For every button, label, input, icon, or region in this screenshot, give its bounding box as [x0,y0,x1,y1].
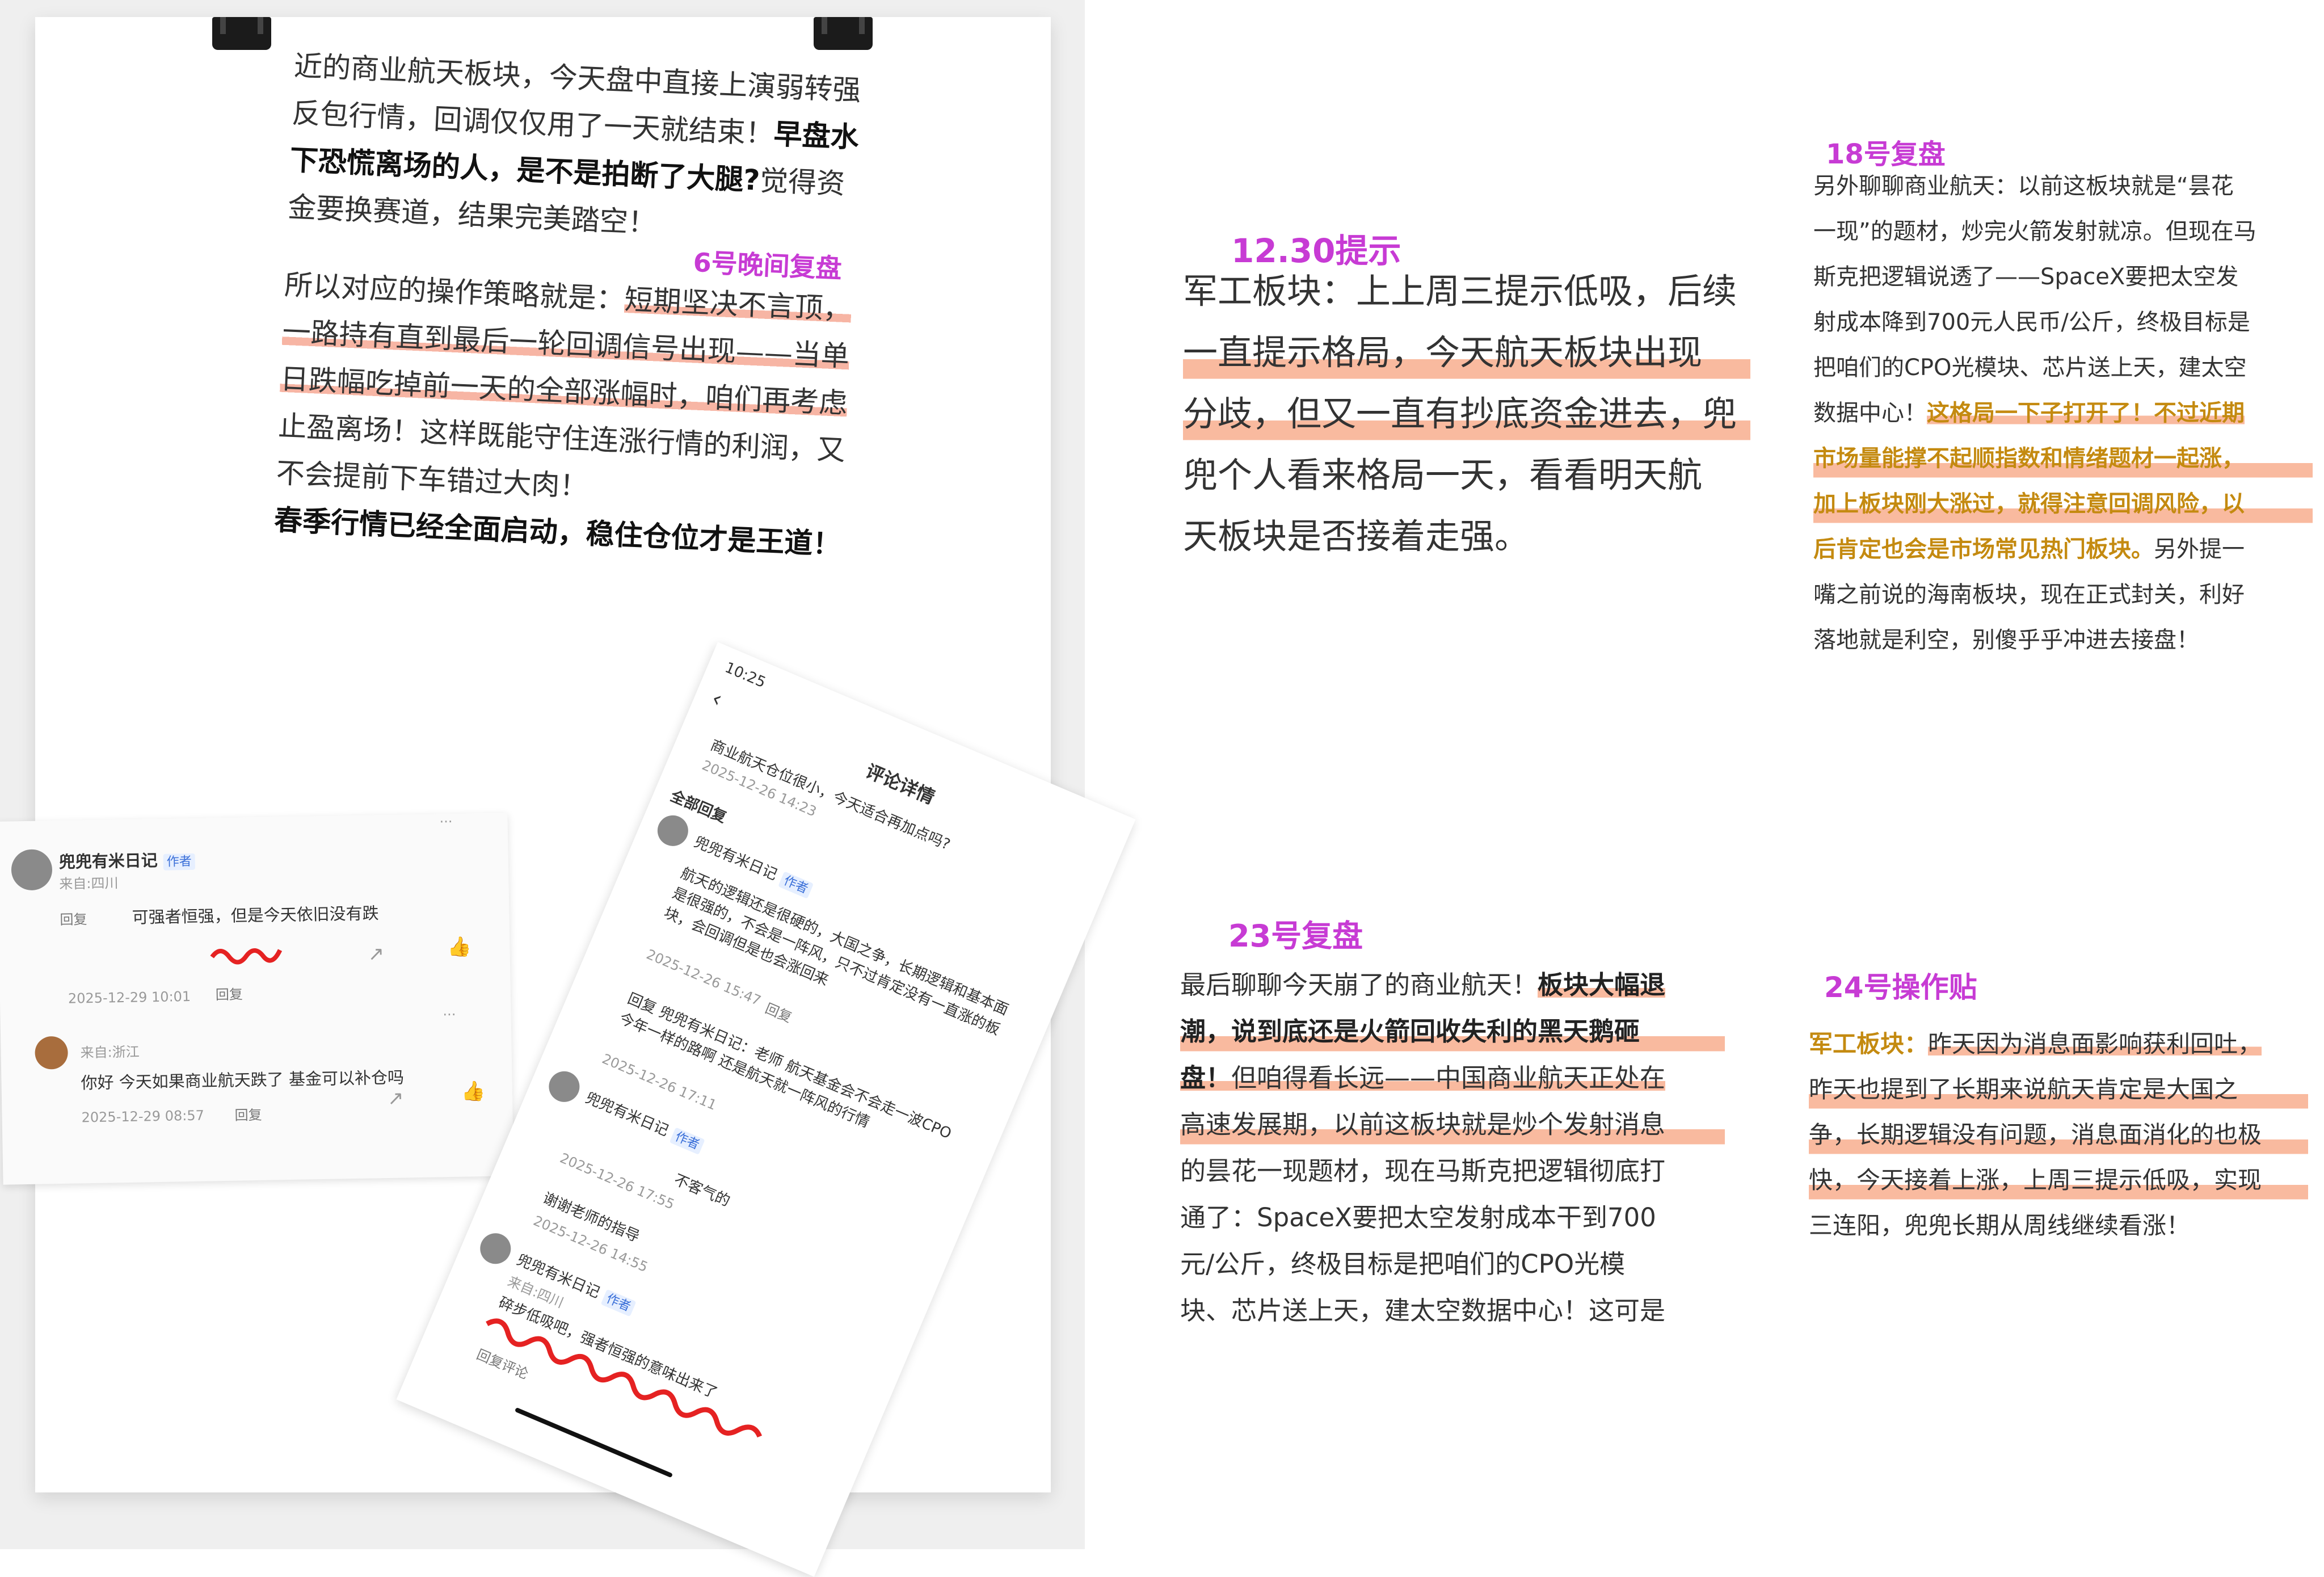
author-badge: 作者 [778,871,814,899]
comment-body: 回复 可强者恒强，但是今天依旧没有跌 [60,898,469,930]
binder-clip-icon [814,17,873,50]
note-line-highlighted: 快，今天接着上涨，上周三提示低吸，实现 [1809,1158,2308,1203]
author-badge: 作者 [600,1289,637,1317]
location: 来自:四川 [59,875,119,892]
note-paragraph-2: 所以对应的操作策略就是：短期坚决不言顶，一路持有直到最后一轮回调信号出现——当单… [275,262,852,522]
timestamp: 2025-12-29 08:57 [81,1107,205,1126]
note-line-highlighted: 昨天也提到了长期来说航天肯定是大国之 [1809,1067,2308,1112]
status-time: 10:25 [722,659,768,692]
note-paragraph-1: 近的商业航天板块，今天盘中直接上演弱转强反包行情，回调仅仅用了一天就结束！早盘水… [287,43,862,255]
reply-button[interactable]: 回复 [234,1104,262,1124]
note-line-highlighted: 高速发展期，以前这板块就是炒个发射消息 [1180,1101,1725,1148]
note-line: 另外提一 [2154,536,2245,562]
back-icon[interactable]: ‹ [708,685,726,713]
more-icon[interactable]: ··· [439,814,452,830]
red-squiggle [486,1318,763,1438]
comment-row [11,849,53,894]
share-icon[interactable]: ↗ [368,943,384,965]
note-1230-text: 军工板块：上上周三提示低吸，后续 一直提示格局，今天航天板块出现 分歧，但又一直… [1183,261,1750,567]
comment-text: 你好 今天如果商业航天跌了 基金可以补仓吗 [81,1067,405,1093]
note-line-highlighted: 争，长期逻辑没有问题，消息面消化的也极 [1809,1112,2308,1158]
avatar [651,810,693,854]
binder-clip-icon [212,17,271,50]
note-line: 三连阳，兜兜长期从周线继续看涨！ [1809,1212,2191,1239]
reply-prefix: 回复 [60,911,87,928]
note-line-highlighted: 一直提示格局，今天航天板块出现 [1183,322,1750,384]
note-highlight: 这格局一下子打开了！不过近期 [1927,400,2245,426]
note-line-highlighted: 昨天因为消息面影响获利回吐， [1928,1030,2262,1058]
note-18-text: 另外聊聊商业航天：以前这板块就是“昙花 一现”的题材，炒完火箭发射就凉。但现在马… [1813,163,2313,663]
tag-24-post: 24号操作贴 [1824,971,1977,1004]
note-line: 通了：SpaceX要把太空发射成本干到700 [1180,1202,1656,1233]
tag-23-review: 23号复盘 [1228,918,1363,954]
note-line: 的昙花一现题材，现在马斯克把逻辑彻底打 [1180,1156,1666,1186]
author-badge: 作者 [163,853,196,870]
comment-header: 兜兜有米日记 作者 来自:四川 [58,847,196,893]
note-24-text: 军工板块：昨天因为消息面影响获利回吐， 昨天也提到了长期来说航天肯定是大国之 争… [1809,1021,2308,1248]
note-line: 斯克把逻辑说透了——SpaceX要把太空发 [1813,264,2239,290]
reply-button[interactable]: 回复 [763,997,795,1026]
note-line: 兜个人看来格局一天，看看明天航 [1183,455,1703,495]
note-text: 所以对应的操作策略就是： [284,268,626,316]
note-line: 军工板块：上上周三提示低吸，后续 [1183,271,1737,312]
note-highlight: 加上板块刚大涨过，就得注意回调风险，以 [1813,481,2313,527]
reply-text: 碎步低吸吧，强者恒强的意味出来了 [496,1294,720,1402]
reply-button[interactable]: 回复 [216,983,243,1003]
note-line: 一现”的题材，炒完火箭发射就凉。但现在马 [1813,218,2256,245]
note-highlight: 军工板块： [1809,1030,1929,1058]
note-line: 另外聊聊商业航天：以前这板块就是“昙花 [1813,173,2234,199]
reply-text: 不客气的 [671,1171,732,1210]
note-line: 但咱得看长远——中国商业航天正处在 [1231,1063,1666,1093]
note-line: 把咱们的CPO光模块、芯片送上天，建太空 [1813,355,2247,381]
like-icon[interactable]: 👍 [461,1080,486,1103]
note-line: 嘴之前说的海南板块，现在正式封关，利好 [1813,582,2245,608]
note-highlight: 潮，说到底还是火箭回收失利的黑天鹅砸 [1180,1008,1725,1055]
note-line: 射成本降到700元人民币/公斤，终极目标是 [1813,309,2250,335]
share-icon[interactable]: ↗ [388,1087,404,1109]
handwritten-note: 近的商业航天板块，今天盘中直接上演弱转强反包行情，回调仅仅用了一天就结束！早盘水… [273,43,862,569]
avatar [35,1036,69,1070]
like-icon[interactable]: 👍 [447,935,471,958]
note-line-highlighted: 分歧，但又一直有抄底资金进去，兜 [1183,384,1750,445]
note-highlight: 市场量能撑不起顺指数和情绪题材一起涨， [1813,436,2313,481]
comment-row [35,1036,69,1074]
author-badge: 作者 [669,1127,705,1155]
username-text: 兜兜有米日记 [583,1089,671,1140]
comment-screenshot-left: 兜兜有米日记 作者 来自:四川 回复 可强者恒强，但是今天依旧没有跌 2025-1… [0,813,514,1185]
note-highlight: 后肯定也会是市场常见热门板块。 [1813,536,2154,562]
note-line: 元/公斤，终极目标是把咱们的CPO光模 [1180,1249,1626,1279]
avatar [474,1228,516,1272]
timestamp: 2025-12-29 10:01 [68,988,191,1007]
more-icon[interactable]: ··· [443,1007,456,1023]
note-line: 最后聊聊今天崩了的商业航天！ [1180,970,1538,1000]
note-line: 落地就是利空，别傻乎乎冲进去接盘！ [1813,627,2199,653]
note-line: 天板块是否接着走强。 [1183,516,1530,557]
avatar [11,849,53,891]
note-text: 止盈离场！这样既能守住连涨行情的利润，又不会提前下车错过大肉！ [275,409,846,503]
note-line: 数据中心！ [1813,400,1927,426]
avatar [542,1066,584,1110]
username: 兜兜有米日记 [58,850,158,872]
note-line: 块、芯片送上天，建太空数据中心！这可是 [1180,1296,1666,1326]
note-highlight: 板块大幅退 [1538,970,1666,1000]
comment-text: 可强者恒强，但是今天依旧没有跌 [132,903,379,927]
note-23-text: 最后聊聊今天崩了的商业航天！板块大幅退 潮，说到底还是火箭回收失利的黑天鹅砸 盘… [1180,962,1725,1334]
red-squiggle [210,948,283,965]
location: 来自:浙江 [80,1044,140,1061]
note-highlight: 盘！ [1180,1063,1232,1093]
